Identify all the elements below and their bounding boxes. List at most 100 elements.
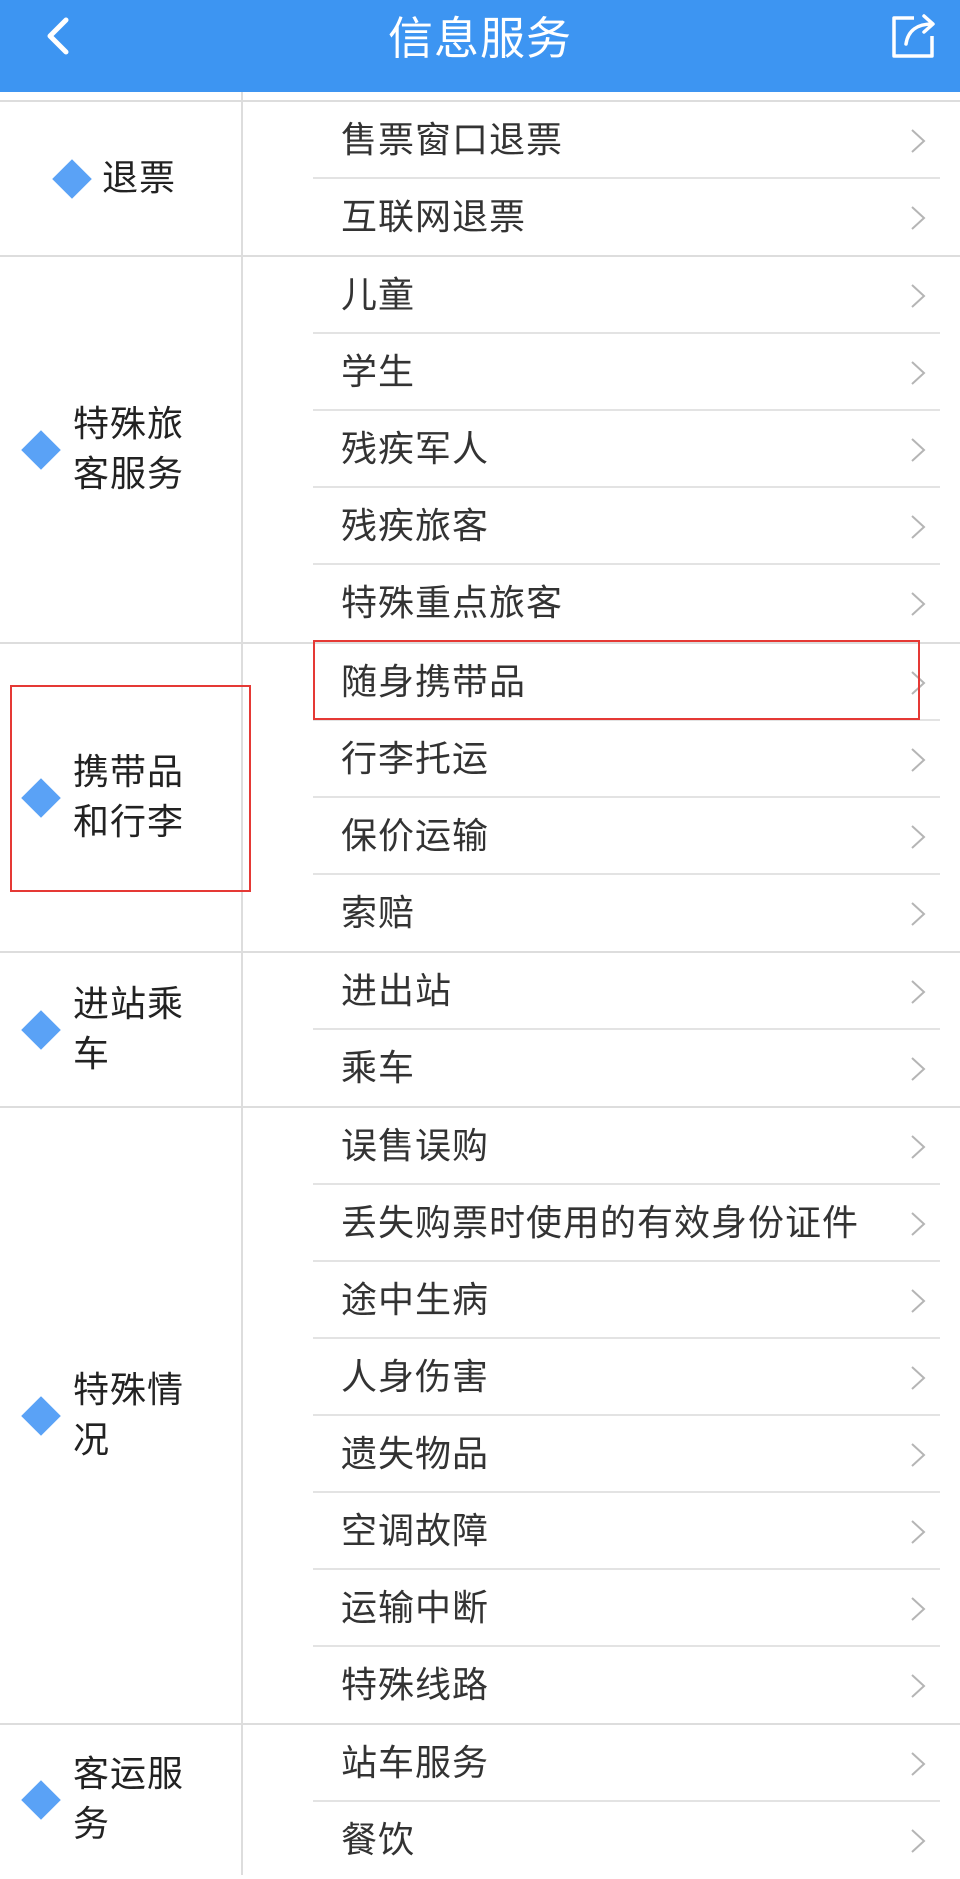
list-item[interactable]: 行李托运: [313, 721, 940, 798]
list-item-label: 运输中断: [341, 1588, 490, 1629]
list-item[interactable]: 进出站: [313, 953, 940, 1030]
share-icon[interactable]: [886, 8, 940, 62]
list-item[interactable]: 索赔: [313, 875, 940, 952]
list-item-label: 途中生病: [341, 1280, 490, 1321]
category-label-line: 和行李: [73, 801, 185, 843]
category-special-passenger: 特殊旅 客服务: [0, 257, 241, 642]
page-title: 信息服务: [387, 12, 572, 65]
category-group-boarding: 进站乘 车 进出站 乘车: [0, 953, 960, 1108]
category-label-line: 特殊旅: [73, 403, 185, 445]
list-item[interactable]: 丢失购票时使用的有效身份证件: [313, 1185, 940, 1262]
list-item-label: 乘车: [341, 1048, 416, 1089]
list-item[interactable]: 随身携带品: [313, 644, 940, 721]
category-group-refund: 退票 售票窗口退票 互联网退票: [0, 102, 960, 257]
category-luggage: 携带品 和行李: [0, 644, 241, 951]
chevron-right-icon: [911, 748, 926, 772]
diamond-icon: [21, 1009, 61, 1050]
list-item-label: 空调故障: [341, 1511, 490, 1552]
category-passenger-service: 客运服 务: [0, 1725, 241, 1875]
list-item-label: 餐饮: [341, 1820, 416, 1861]
list-item-label: 人身伤害: [341, 1357, 490, 1398]
list-item[interactable]: 残疾旅客: [313, 488, 940, 565]
category-label-line: 车: [73, 1033, 111, 1075]
list-item-label: 学生: [341, 352, 416, 393]
list-item[interactable]: 途中生病: [313, 1262, 940, 1339]
list-item[interactable]: 乘车: [313, 1030, 940, 1107]
list-item-label: 特殊重点旅客: [341, 583, 564, 624]
list-item[interactable]: 遗失物品: [313, 1416, 940, 1493]
chevron-right-icon: [911, 1597, 926, 1621]
list-item-label: 儿童: [341, 275, 416, 316]
chevron-right-icon: [911, 361, 926, 385]
category-special-situation: 特殊情 况: [0, 1108, 241, 1723]
chevron-right-icon: [911, 902, 926, 926]
diamond-icon: [52, 158, 92, 199]
list-item-label: 保价运输: [341, 816, 490, 857]
list-item[interactable]: 儿童: [313, 257, 940, 334]
diamond-icon: [21, 1395, 61, 1436]
category-label-line: 务: [73, 1804, 111, 1845]
diamond-icon: [21, 1780, 61, 1820]
list-top-divider: [0, 92, 960, 102]
category-label-line: 况: [73, 1419, 111, 1461]
category-label-line: 客运服: [73, 1754, 185, 1795]
category-refund: 退票: [0, 102, 241, 255]
list-item-label: 索赔: [341, 893, 416, 934]
chevron-right-icon: [911, 1520, 926, 1544]
chevron-right-icon: [911, 284, 926, 308]
category-boarding: 进站乘 车: [0, 953, 241, 1106]
category-group-luggage: 携带品 和行李 随身携带品 行李托运 保价运输 索赔: [0, 644, 960, 953]
chevron-right-icon: [911, 671, 926, 695]
diamond-icon: [21, 429, 61, 470]
chevron-right-icon: [911, 1366, 926, 1390]
chevron-right-icon: [911, 1057, 926, 1081]
list-item-label: 遗失物品: [341, 1434, 490, 1475]
chevron-right-icon: [911, 825, 926, 849]
category-label-line: 进站乘: [73, 983, 185, 1025]
list-item-label: 残疾军人: [341, 429, 490, 470]
category-label: 退票: [102, 157, 177, 199]
list-item-label: 丢失购票时使用的有效身份证件: [341, 1203, 860, 1244]
list-item[interactable]: 误售误购: [313, 1108, 940, 1185]
list-item-label: 互联网退票: [341, 197, 527, 238]
list-item[interactable]: 售票窗口退票: [313, 102, 940, 179]
chevron-right-icon: [911, 1443, 926, 1467]
chevron-right-icon: [911, 129, 926, 153]
category-group-special-passenger: 特殊旅 客服务 儿童 学生 残疾军人 残疾旅客 特殊重点旅客: [0, 257, 960, 644]
list-item[interactable]: 保价运输: [313, 798, 940, 875]
chevron-right-icon: [911, 515, 926, 539]
list-item-label: 随身携带品: [341, 662, 527, 703]
list-item[interactable]: 特殊线路: [313, 1647, 940, 1724]
service-list: 退票 售票窗口退票 互联网退票 特殊旅 客服务 儿童 学生 残疾军人 残疾旅客 …: [0, 92, 960, 1875]
list-item-label: 残疾旅客: [341, 506, 490, 547]
category-label-line: 客服务: [73, 453, 185, 495]
category-label-line: 携带品: [73, 751, 185, 793]
list-item-label: 售票窗口退票: [341, 120, 564, 161]
list-item-label: 误售误购: [341, 1126, 490, 1167]
diamond-icon: [21, 777, 61, 818]
chevron-right-icon: [911, 438, 926, 462]
list-item[interactable]: 运输中断: [313, 1570, 940, 1647]
navbar: 信息服务: [0, 0, 960, 92]
list-item[interactable]: 站车服务: [313, 1725, 940, 1802]
chevron-right-icon: [911, 1829, 926, 1853]
list-item[interactable]: 空调故障: [313, 1493, 940, 1570]
list-item[interactable]: 残疾军人: [313, 411, 940, 488]
chevron-right-icon: [911, 1752, 926, 1776]
chevron-right-icon: [911, 1212, 926, 1236]
list-item[interactable]: 餐饮: [313, 1802, 940, 1879]
chevron-right-icon: [911, 980, 926, 1004]
chevron-right-icon: [911, 1289, 926, 1313]
chevron-right-icon: [911, 592, 926, 616]
list-item-label: 进出站: [341, 971, 453, 1012]
list-item[interactable]: 学生: [313, 334, 940, 411]
list-item-label: 行李托运: [341, 739, 490, 780]
list-item[interactable]: 特殊重点旅客: [313, 565, 940, 642]
list-item-label: 特殊线路: [341, 1665, 490, 1706]
list-item[interactable]: 人身伤害: [313, 1339, 940, 1416]
chevron-right-icon: [911, 1674, 926, 1698]
category-group-special-situation: 特殊情 况 误售误购 丢失购票时使用的有效身份证件 途中生病 人身伤害 遗失物品…: [0, 1108, 960, 1725]
category-label-line: 特殊情: [73, 1369, 185, 1411]
list-item-label: 站车服务: [341, 1743, 490, 1784]
list-item[interactable]: 互联网退票: [313, 179, 940, 256]
